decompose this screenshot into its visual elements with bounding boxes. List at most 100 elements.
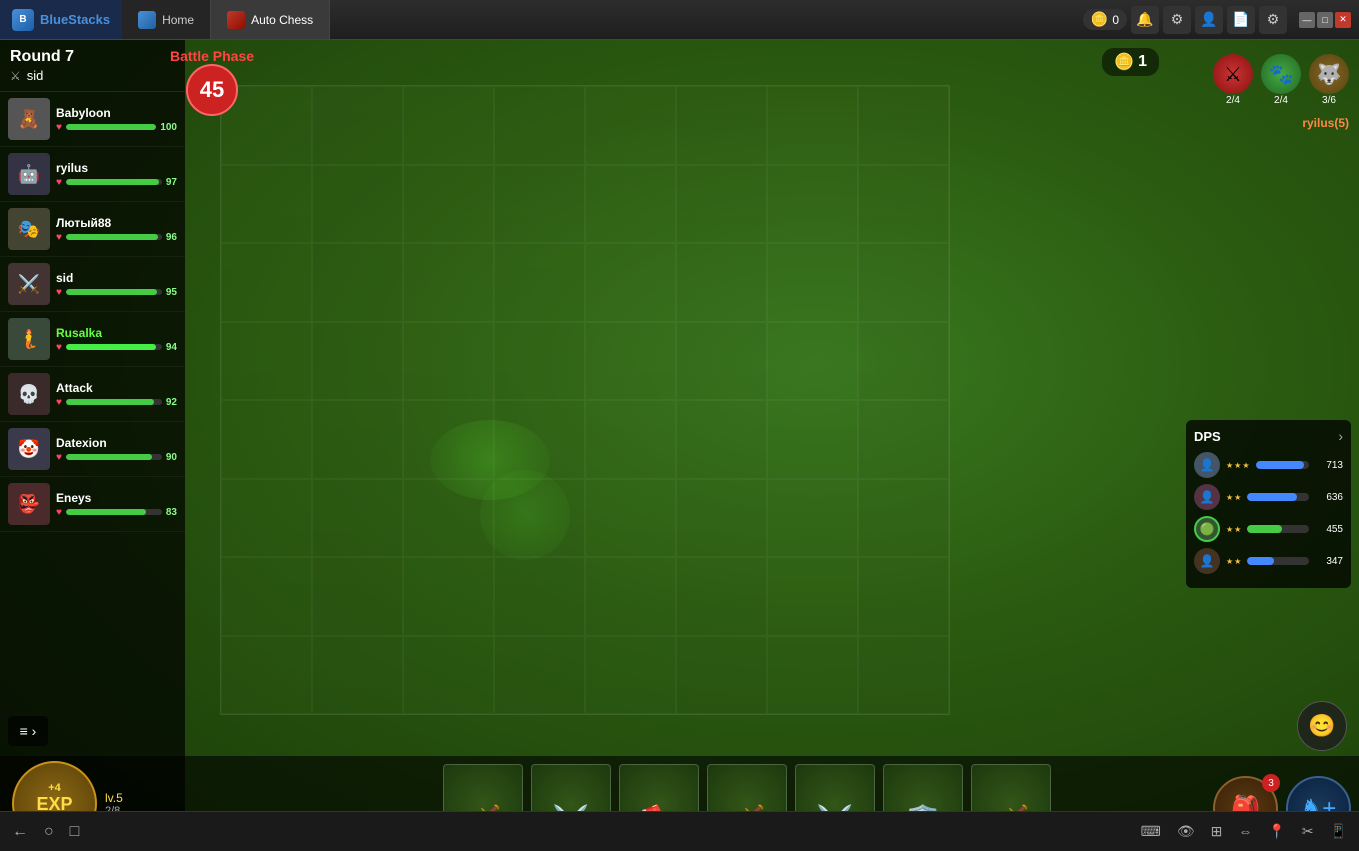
hamburger-menu-button[interactable]: ≡ › [8, 716, 48, 746]
dps-row-3: 🟢 ★ ★ 455 [1194, 516, 1343, 542]
hp-icon-datexion: ♥ [56, 452, 62, 463]
player-name-eneys: Eneys [56, 491, 177, 505]
maximize-button[interactable]: □ [1317, 12, 1333, 28]
player-info-babyloon: Babyloon ♥ 100 [56, 106, 177, 133]
player-list: 🧸 Babyloon ♥ 100 🤖 ryilus [0, 92, 185, 532]
brand-icon: B [12, 9, 34, 31]
tab-autochess[interactable]: Auto Chess [211, 0, 330, 39]
synergy-badge-1: ⚔ 2/4 [1213, 54, 1253, 106]
hp-value-ryilus: 97 [166, 177, 177, 188]
close-button[interactable]: ✕ [1335, 12, 1351, 28]
hp-value-rusalka: 94 [166, 342, 177, 353]
notification-btn[interactable]: 🔔 [1131, 6, 1159, 34]
user-btn[interactable]: 👤 [1195, 6, 1223, 34]
brand-section: B BlueStacks [0, 0, 122, 39]
hp-icon-babyloon: ♥ [56, 122, 62, 133]
synergy-section: ⚔ 2/4 🐾 2/4 🐺 3/6 [1184, 48, 1359, 112]
tab-home[interactable]: Home [122, 0, 211, 39]
player-item-sid[interactable]: ⚔️ sid ♥ 95 [0, 257, 185, 312]
dps-avatar-1: 👤 [1194, 452, 1220, 478]
round-info: Round 7 ⚔ sid [0, 40, 185, 92]
hp-fill-lyuty [66, 234, 158, 240]
toolbar-back-icon[interactable]: ← [12, 823, 28, 841]
window-controls: — □ ✕ [1299, 12, 1351, 28]
dps-value-4: 347 [1315, 556, 1343, 567]
gold-value: 1 [1138, 53, 1147, 71]
document-btn[interactable]: 📄 [1227, 6, 1255, 34]
toolbar-multiwindow-icon[interactable]: ⊞ [1211, 823, 1223, 840]
dps-expand-arrow[interactable]: › [1338, 428, 1343, 444]
settings2-btn[interactable]: ⚙ [1259, 6, 1287, 34]
gold-display: 🪙 1 [1102, 48, 1159, 76]
player-avatar-rusalka: 🧜 [8, 318, 50, 360]
hp-value-attack: 92 [166, 397, 177, 408]
opponent-name: ryilus(5) [1302, 116, 1349, 130]
hamburger-icon: ≡ › [20, 723, 37, 739]
game-area: // Will be rendered via JS below Round 7… [0, 40, 1359, 851]
exp-plus-label: +4 [48, 782, 61, 794]
hp-value-datexion: 90 [166, 452, 177, 463]
player-avatar-eneys: 👺 [8, 483, 50, 525]
hp-icon-attack: ♥ [56, 397, 62, 408]
chess-tab-icon [227, 11, 245, 29]
player-item-datexion[interactable]: 🤡 Datexion ♥ 90 [0, 422, 185, 477]
dps-row-2: 👤 ★ ★ 636 [1194, 484, 1343, 510]
player-name-rusalka: Rusalka [56, 326, 177, 340]
synergy-avatar-1: ⚔ [1213, 54, 1253, 94]
toolbar-keyboard-icon[interactable]: ⌨ [1141, 823, 1161, 840]
current-player-name: sid [27, 68, 44, 83]
dps-avatar-2: 👤 [1194, 484, 1220, 510]
settings-gear-btn[interactable]: ⚙ [1163, 6, 1191, 34]
hp-fill-ryilus [66, 179, 159, 185]
toolbar-scissors-icon[interactable]: ✂ [1302, 823, 1314, 840]
player-info-ryilus: ryilus ♥ 97 [56, 161, 177, 188]
minimize-button[interactable]: — [1299, 12, 1315, 28]
dps-bar-1 [1256, 461, 1309, 469]
hp-icon-lyuty: ♥ [56, 232, 62, 243]
chat-emote-button[interactable]: 😊 [1297, 701, 1347, 751]
player-item-babyloon[interactable]: 🧸 Babyloon ♥ 100 [0, 92, 185, 147]
player-name-attack: Attack [56, 381, 177, 395]
toolbar-square-icon[interactable]: □ [70, 823, 80, 841]
hp-bar-datexion [66, 454, 162, 460]
hp-bar-eneys [66, 509, 162, 515]
dps-value-3: 455 [1315, 524, 1343, 535]
hp-value-babyloon: 100 [160, 122, 177, 133]
toolbar-home-icon[interactable]: ○ [44, 823, 54, 841]
hp-icon-sid: ♥ [56, 287, 62, 298]
player-item-eneys[interactable]: 👺 Eneys ♥ 83 [0, 477, 185, 532]
player-item-ryilus[interactable]: 🤖 ryilus ♥ 97 [0, 147, 185, 202]
dps-panel: DPS › 👤 ★ ★ ★ 713 👤 ★ ★ 636 [1186, 420, 1351, 588]
level-label: lv.5 [105, 791, 123, 805]
player-item-attack[interactable]: 💀 Attack ♥ 92 [0, 367, 185, 422]
dps-bar-2 [1247, 493, 1309, 501]
player-item-lyuty[interactable]: 🎭 Лютый88 ♥ 96 [0, 202, 185, 257]
left-panel: Round 7 ⚔ sid 🧸 Babyloon ♥ 100 [0, 40, 185, 851]
bluestacks-toolbar: ← ○ □ ⌨ 👁 ⊞ ⇔ 📍 ✂ 📱 [0, 811, 1359, 851]
hp-fill-babyloon [66, 124, 156, 130]
toolbar-phone-icon[interactable]: 📱 [1330, 823, 1347, 840]
emote-icon: 😊 [1308, 713, 1335, 739]
hp-bar-lyuty [66, 234, 162, 240]
hp-icon-ryilus: ♥ [56, 177, 62, 188]
player-item-rusalka[interactable]: 🧜 Rusalka ♥ 94 [0, 312, 185, 367]
battle-timer: 45 [186, 64, 238, 116]
toolbar-expand-icon[interactable]: ⇔ [1238, 823, 1252, 840]
brand-name: BlueStacks [40, 12, 110, 27]
battle-phase-indicator: Battle Phase 45 [170, 48, 254, 116]
player-info-eneys: Eneys ♥ 83 [56, 491, 177, 518]
hp-bar-babyloon [66, 124, 156, 130]
coin-display: 🪙 0 [1083, 9, 1127, 30]
player-info-attack: Attack ♥ 92 [56, 381, 177, 408]
coin-count: 0 [1112, 13, 1119, 27]
hp-value-lyuty: 96 [166, 232, 177, 243]
chess-tab-label: Auto Chess [251, 13, 313, 27]
hp-fill-datexion [66, 454, 152, 460]
chess-board-area: // Will be rendered via JS below [220, 85, 950, 715]
synergy-frac-1: 2/4 [1226, 95, 1240, 106]
toolbar-pin-icon[interactable]: 📍 [1268, 823, 1285, 840]
sword-icon: ⚔ [10, 69, 21, 83]
hp-fill-eneys [66, 509, 146, 515]
round-label: Round 7 [10, 48, 74, 65]
toolbar-eye-icon[interactable]: 👁 [1177, 823, 1195, 840]
